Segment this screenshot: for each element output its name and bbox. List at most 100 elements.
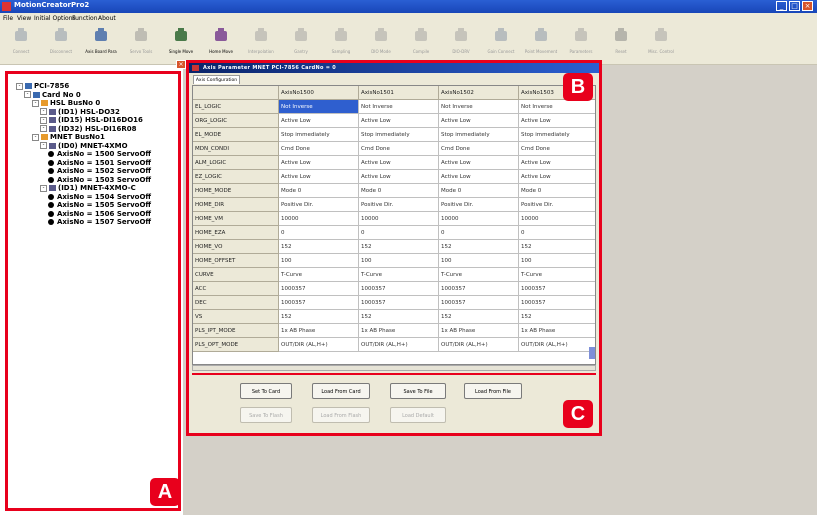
grid-cell[interactable]: Positive Dir. — [439, 198, 519, 212]
column-header[interactable] — [193, 86, 279, 100]
tree-axis-node[interactable]: AxisNo = 1502 ServoOff — [48, 167, 151, 175]
collapse-toggle-icon[interactable]: - — [24, 91, 31, 98]
grid-cell[interactable]: Active Low — [279, 156, 359, 170]
grid-cell[interactable]: 1000357 — [279, 282, 359, 296]
grid-cell[interactable]: Not Inverse — [519, 100, 595, 114]
collapse-toggle-icon[interactable]: - — [32, 133, 39, 141]
toolbar-button-disconnect[interactable]: Disconnect — [44, 27, 78, 63]
toolbar-button-misc-control[interactable]: Misc. Control — [644, 27, 678, 63]
collapse-toggle-icon[interactable]: - — [32, 99, 39, 107]
grid-cell[interactable]: 1000357 — [279, 296, 359, 310]
device-tree-panel[interactable]: - PCI-7856- Card No 0- HSL BusNo 0- (ID1) HS… — [5, 71, 181, 511]
grid-cell[interactable]: T-Curve — [279, 268, 359, 282]
tree-node[interactable]: - (ID0) MNET-4XMO — [40, 142, 128, 150]
grid-cell[interactable]: Active Low — [359, 170, 439, 184]
grid-cell[interactable]: Mode 0 — [359, 184, 439, 198]
grid-cell[interactable]: Active Low — [439, 114, 519, 128]
tree-node[interactable]: - HSL BusNo 0 — [32, 99, 100, 107]
grid-cell[interactable]: 100 — [279, 254, 359, 268]
collapse-toggle-icon[interactable]: - — [40, 125, 47, 132]
toolbar-button-compile[interactable]: Compile — [404, 27, 438, 63]
grid-cell[interactable]: Stop immediately — [439, 128, 519, 142]
grid-cell[interactable]: 0 — [279, 226, 359, 240]
toolbar-button-servo-tools[interactable]: Servo Tools — [124, 27, 158, 63]
grid-cell[interactable]: 1x AB Phase — [439, 324, 519, 338]
menu-about[interactable]: About — [98, 15, 116, 22]
grid-cell[interactable]: 152 — [359, 240, 439, 254]
collapse-toggle-icon[interactable]: - — [40, 108, 47, 115]
load-from-flash-button[interactable]: Load From Flash — [312, 407, 370, 423]
toolbar-button-single-move[interactable]: Single Move — [164, 27, 198, 63]
grid-cell[interactable]: 1000357 — [359, 296, 439, 310]
grid-cell[interactable]: 0 — [519, 226, 595, 240]
grid-cell[interactable]: 152 — [279, 240, 359, 254]
grid-cell[interactable]: 152 — [279, 310, 359, 324]
menu-initial-options[interactable]: Initial Options — [34, 15, 76, 22]
grid-cell[interactable]: Active Low — [359, 114, 439, 128]
toolbar-button-dio-drv[interactable]: DIO-DRV — [444, 27, 478, 63]
grid-cell[interactable]: 10000 — [359, 212, 439, 226]
grid-cell[interactable]: 1000357 — [439, 296, 519, 310]
toolbar-button-sampling[interactable]: Sampling — [324, 27, 358, 63]
grid-cell[interactable]: OUT/DIR (AL,H+) — [279, 338, 359, 352]
grid-cell[interactable]: 1000357 — [359, 282, 439, 296]
tree-node[interactable]: - (ID32) HSL-DI16R08 — [40, 125, 137, 133]
grid-cell[interactable]: 1000357 — [439, 282, 519, 296]
grid-cell[interactable]: Positive Dir. — [519, 198, 595, 212]
tree-node[interactable]: - (ID1) HSL-DO32 — [40, 108, 120, 116]
toolbar-button-dio-mode[interactable]: DIO Mode — [364, 27, 398, 63]
tab-axis-configuration[interactable]: Axis Configuration — [193, 75, 240, 84]
grid-cell[interactable]: Active Low — [519, 170, 595, 184]
tree-axis-node[interactable]: AxisNo = 1503 ServoOff — [48, 176, 151, 184]
tree-node[interactable]: - MNET BusNo1 — [32, 133, 105, 141]
grid-cell[interactable]: 1x AB Phase — [359, 324, 439, 338]
grid-cell[interactable]: Cmd Done — [439, 142, 519, 156]
tree-node[interactable]: - Card No 0 — [24, 91, 81, 99]
collapse-toggle-icon[interactable]: - — [16, 82, 23, 90]
load-default-button[interactable]: Load Default — [390, 407, 446, 423]
grid-cell[interactable]: Active Low — [519, 114, 595, 128]
toolbar-button-axis-board-para[interactable]: Axis Board Para — [84, 27, 118, 63]
tree-node[interactable]: - (ID1) MNET-4XMO-C — [40, 184, 136, 192]
grid-cell[interactable]: 152 — [519, 240, 595, 254]
grid-cell[interactable]: 10000 — [519, 212, 595, 226]
grid-cell[interactable]: 0 — [439, 226, 519, 240]
grid-cell[interactable]: Not Inverse — [279, 100, 359, 114]
grid-cell[interactable]: 152 — [519, 310, 595, 324]
tree-axis-node[interactable]: AxisNo = 1505 ServoOff — [48, 201, 151, 209]
close-button[interactable]: × — [802, 1, 813, 11]
grid-cell[interactable]: Cmd Done — [279, 142, 359, 156]
grid-cell[interactable]: T-Curve — [439, 268, 519, 282]
tree-node[interactable]: - PCI-7856 — [16, 82, 69, 90]
grid-cell[interactable]: Positive Dir. — [279, 198, 359, 212]
collapse-toggle-icon[interactable]: - — [40, 184, 47, 192]
toolbar-button-interpolation[interactable]: Interpolation — [244, 27, 278, 63]
tree-axis-node[interactable]: AxisNo = 1506 ServoOff — [48, 210, 151, 218]
grid-cell[interactable]: 152 — [359, 310, 439, 324]
grid-cell[interactable]: Active Low — [439, 170, 519, 184]
minimize-button[interactable]: _ — [776, 1, 787, 11]
grid-cell[interactable]: Stop immediately — [279, 128, 359, 142]
grid-cell[interactable]: T-Curve — [519, 268, 595, 282]
menu-file[interactable]: File — [3, 15, 13, 22]
toolbar-button-gain-connect[interactable]: Gain Connect — [484, 27, 518, 63]
column-header[interactable]: AxisNo1501 — [359, 86, 439, 100]
horizontal-scrollbar[interactable] — [192, 365, 596, 371]
grid-cell[interactable]: 1x AB Phase — [519, 324, 595, 338]
grid-cell[interactable]: Active Low — [519, 156, 595, 170]
toolbar-button-home-move[interactable]: Home Move — [204, 27, 238, 63]
grid-cell[interactable]: Active Low — [279, 170, 359, 184]
toolbar-button-connect[interactable]: Connect — [4, 27, 38, 63]
toolbar-button-point-movement[interactable]: Point Movement — [524, 27, 558, 63]
maximize-button[interactable]: □ — [789, 1, 800, 11]
grid-cell[interactable]: Positive Dir. — [359, 198, 439, 212]
grid-cell[interactable]: Active Low — [439, 156, 519, 170]
tree-axis-node[interactable]: AxisNo = 1500 ServoOff — [48, 150, 151, 158]
set-to-card-button[interactable]: Set To Card — [240, 383, 292, 399]
menu-view[interactable]: View — [17, 15, 31, 22]
grid-cell[interactable]: Cmd Done — [519, 142, 595, 156]
grid-cell[interactable]: Mode 0 — [439, 184, 519, 198]
grid-cell[interactable]: T-Curve — [359, 268, 439, 282]
collapse-toggle-icon[interactable]: - — [40, 142, 47, 149]
grid-cell[interactable]: Mode 0 — [519, 184, 595, 198]
